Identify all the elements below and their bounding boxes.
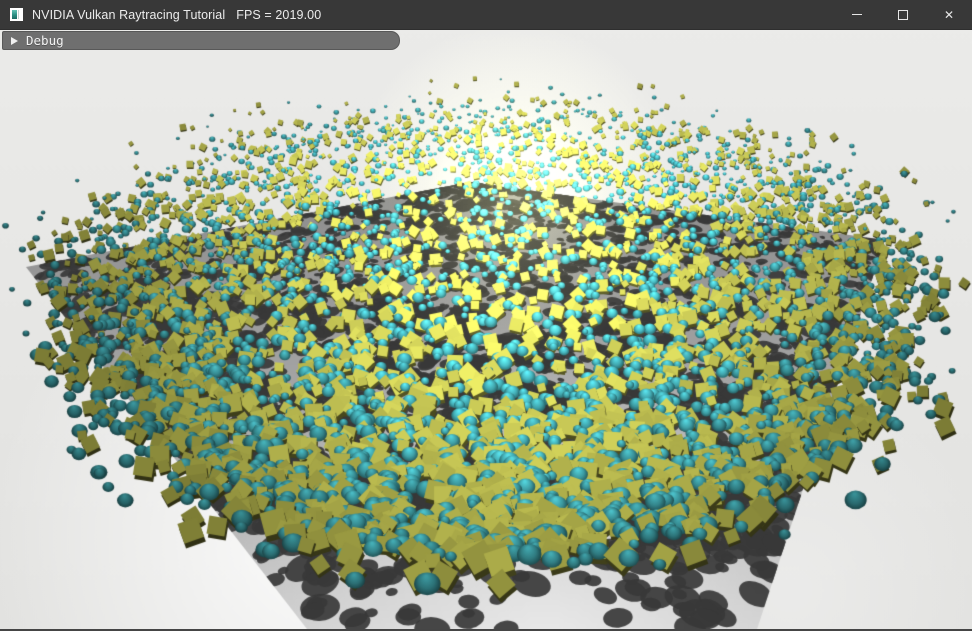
minimize-icon: [852, 14, 862, 15]
app-window: NVIDIA Vulkan Raytracing Tutorial FPS = …: [0, 0, 972, 631]
fps-counter: FPS = 2019.00: [236, 8, 321, 22]
collapse-arrow-icon: [11, 37, 18, 45]
maximize-icon: [898, 10, 908, 20]
render-viewport: Debug: [0, 30, 972, 631]
maximize-button[interactable]: [880, 0, 926, 29]
window-title: NVIDIA Vulkan Raytracing Tutorial: [32, 8, 225, 22]
minimize-button[interactable]: [834, 0, 880, 29]
titlebar[interactable]: NVIDIA Vulkan Raytracing Tutorial FPS = …: [0, 0, 972, 30]
window-controls: ✕: [834, 0, 972, 29]
debug-panel-label: Debug: [26, 33, 64, 48]
app-icon: [10, 8, 23, 21]
debug-panel-header[interactable]: Debug: [2, 31, 400, 50]
close-button[interactable]: ✕: [926, 0, 972, 29]
raytraced-scene-canvas[interactable]: [0, 30, 972, 631]
close-icon: ✕: [944, 9, 954, 21]
